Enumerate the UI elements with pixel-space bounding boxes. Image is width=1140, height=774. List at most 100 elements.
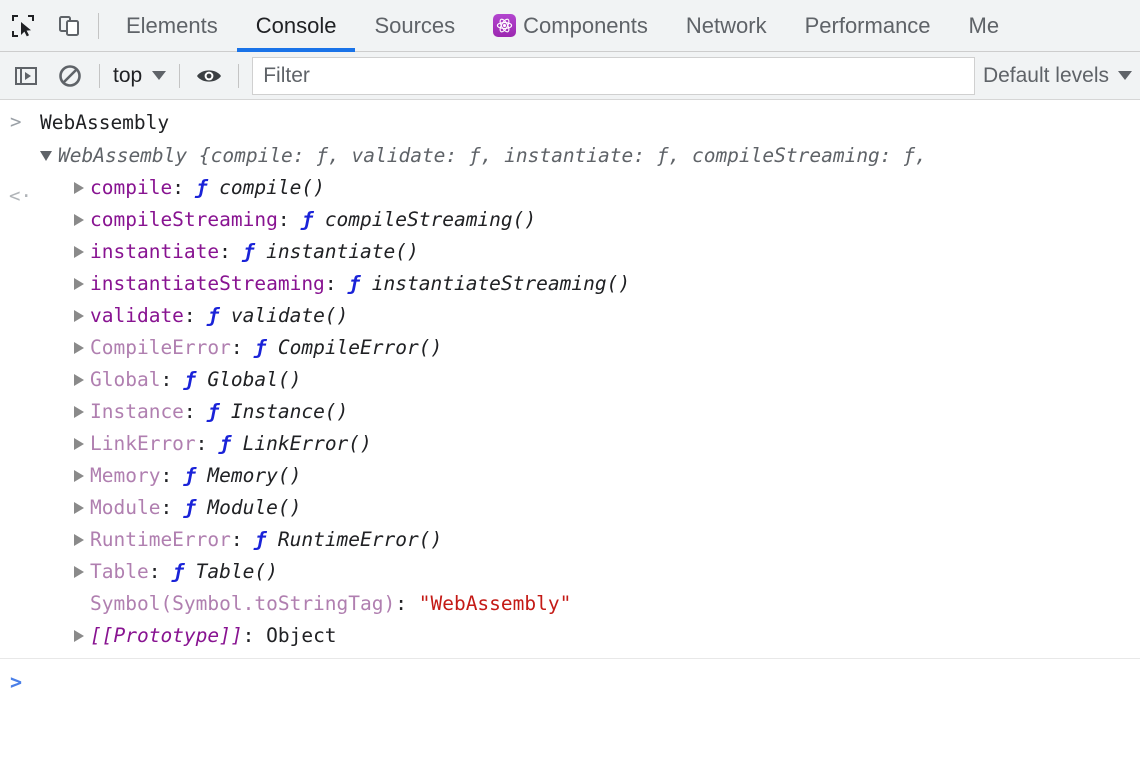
filter-input[interactable]: Filter (252, 56, 975, 95)
disclosure-triangle-icon[interactable] (74, 309, 84, 322)
live-expression-eye-icon[interactable] (187, 56, 231, 96)
tab-elements[interactable]: Elements (107, 0, 237, 52)
property-value-function: CompileError() (277, 336, 443, 359)
tab-memory[interactable]: Me (950, 0, 1019, 52)
object-summary-row[interactable]: WebAssembly {compile: ƒ, validate: ƒ, in… (40, 140, 1140, 172)
console-input-message[interactable]: > WebAssembly (0, 100, 1140, 140)
property-value-function: compile() (219, 176, 325, 199)
tabbar-divider (98, 12, 99, 39)
function-keyword: ƒ (195, 176, 220, 199)
tab-label: Network (685, 12, 767, 38)
property-colon: : (160, 464, 184, 487)
function-keyword: ƒ (172, 560, 196, 583)
object-property-row[interactable]: Module: ƒ Module() (40, 492, 1140, 524)
object-property-row[interactable]: [[Prototype]]: Object (40, 620, 1140, 652)
disclosure-triangle-icon[interactable] (74, 629, 84, 642)
console-sidebar-icon[interactable] (4, 56, 48, 96)
devtools-tabbar: Elements Console Sources Components Netw… (0, 0, 1140, 52)
function-keyword: ƒ (183, 368, 208, 391)
property-value-function: compileStreaming() (324, 208, 537, 231)
property-key: LinkError (90, 432, 196, 455)
disclosure-triangle-icon[interactable] (74, 405, 84, 418)
tab-label: Components (523, 12, 648, 38)
object-property-row[interactable]: RuntimeError: ƒ RuntimeError() (40, 524, 1140, 556)
property-colon: : (242, 624, 267, 647)
property-colon: : (219, 240, 243, 263)
function-keyword: ƒ (207, 304, 231, 327)
disclosure-triangle-icon[interactable] (74, 341, 84, 354)
function-keyword: ƒ (183, 464, 208, 487)
disclosure-triangle-icon[interactable] (74, 181, 84, 194)
log-levels-label: Default levels (982, 63, 1109, 87)
object-property-row[interactable]: compile: ƒ compile() (40, 172, 1140, 204)
tab-performance[interactable]: Performance (786, 0, 950, 52)
execution-context-selector[interactable]: top (107, 56, 172, 96)
property-key: instantiateStreaming (90, 272, 325, 295)
tab-console[interactable]: Console (236, 0, 356, 52)
tab-components[interactable]: Components (474, 0, 667, 52)
disclosure-triangle-icon[interactable] (74, 245, 84, 258)
property-colon: : (148, 560, 173, 583)
object-property-row[interactable]: LinkError: ƒ LinkError() (40, 428, 1140, 460)
disclosure-triangle-icon[interactable] (74, 533, 84, 546)
object-property-row[interactable]: Symbol(Symbol.toStringTag): "WebAssembly… (40, 588, 1140, 620)
console-message-list: > WebAssembly <· WebAssembly {compile: ƒ… (0, 100, 1140, 774)
property-value-string: "WebAssembly" (418, 592, 572, 615)
function-keyword: ƒ (254, 528, 278, 551)
property-value-function: Instance() (230, 400, 349, 423)
react-components-icon (493, 14, 517, 37)
object-property-row[interactable]: instantiateStreaming: ƒ instantiateStrea… (40, 268, 1140, 300)
property-colon: : (172, 176, 196, 199)
prompt-caret-icon: > (10, 670, 23, 694)
disclosure-triangle-open-icon[interactable] (40, 150, 52, 161)
disclosure-triangle-icon[interactable] (74, 373, 84, 386)
property-colon: : (195, 432, 220, 455)
property-key: Instance (90, 400, 184, 423)
property-colon: : (183, 400, 208, 423)
input-gutter-icon: > (10, 111, 22, 133)
object-property-row[interactable]: CompileError: ƒ CompileError() (40, 332, 1140, 364)
devtools-window: Elements Console Sources Components Netw… (0, 0, 1140, 774)
property-colon: : (160, 496, 184, 519)
property-colon: : (230, 528, 255, 551)
console-result-message[interactable]: <· WebAssembly {compile: ƒ, validate: ƒ,… (0, 140, 1140, 656)
toolbar-divider (238, 63, 240, 88)
disclosure-triangle-icon[interactable] (74, 277, 84, 290)
tab-network[interactable]: Network (667, 0, 786, 52)
inspect-element-icon[interactable] (0, 3, 46, 49)
device-toolbar-icon[interactable] (46, 3, 92, 49)
object-property-row[interactable]: validate: ƒ validate() (40, 300, 1140, 332)
property-value-function: Memory() (207, 464, 302, 487)
clear-console-icon[interactable] (48, 56, 92, 96)
property-key: CompileError (90, 336, 231, 359)
filter-placeholder: Filter (263, 63, 310, 87)
object-property-row[interactable]: Table: ƒ Table() (40, 556, 1140, 588)
object-summary-text: WebAssembly {compile: ƒ, validate: ƒ, in… (58, 144, 927, 167)
disclosure-triangle-icon[interactable] (74, 565, 84, 578)
object-property-row[interactable]: Instance: ƒ Instance() (40, 396, 1140, 428)
property-key: RuntimeError (90, 528, 231, 551)
property-key: compile (90, 176, 173, 199)
property-value-function: RuntimeError() (277, 528, 443, 551)
object-property-list: compile: ƒ compile() compileStreaming: ƒ … (40, 172, 1140, 652)
object-property-row[interactable]: compileStreaming: ƒ compileStreaming() (40, 204, 1140, 236)
property-value-function: instantiateStreaming() (371, 272, 631, 295)
disclosure-triangle-icon[interactable] (74, 213, 84, 226)
disclosure-triangle-icon[interactable] (74, 437, 84, 450)
tab-label: Me (968, 12, 1000, 38)
log-levels-selector[interactable]: Default levels (983, 64, 1136, 88)
property-key: Global (90, 368, 161, 391)
object-property-row[interactable]: Memory: ƒ Memory() (40, 460, 1140, 492)
console-prompt[interactable]: > (0, 659, 1140, 705)
property-key: Memory (90, 464, 161, 487)
property-colon: : (277, 208, 302, 231)
property-key: [[Prototype]] (90, 624, 243, 647)
object-property-row[interactable]: instantiate: ƒ instantiate() (40, 236, 1140, 268)
disclosure-triangle-icon[interactable] (74, 469, 84, 482)
function-keyword: ƒ (254, 336, 278, 359)
property-key: instantiate (90, 240, 220, 263)
disclosure-triangle-icon[interactable] (74, 501, 84, 514)
function-keyword: ƒ (219, 432, 243, 455)
object-property-row[interactable]: Global: ƒ Global() (40, 364, 1140, 396)
tab-sources[interactable]: Sources (355, 0, 474, 52)
